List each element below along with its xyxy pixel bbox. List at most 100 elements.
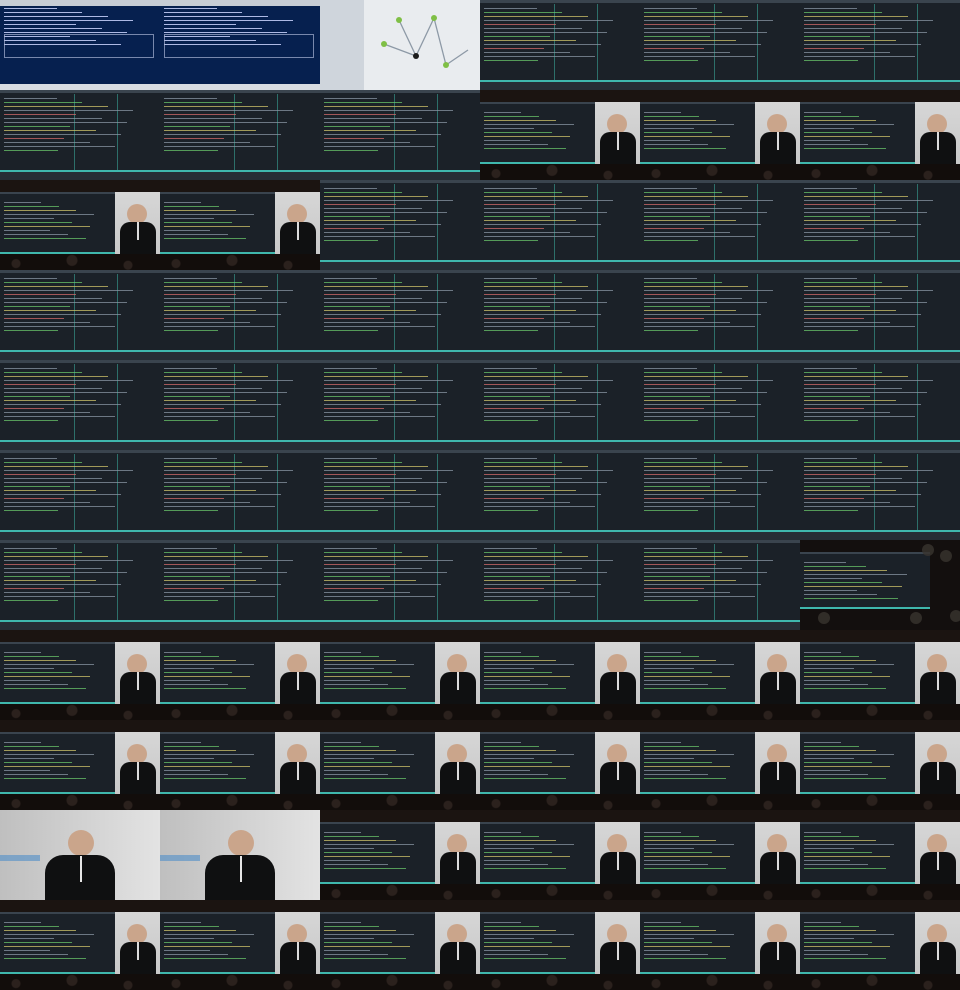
stage-carpet — [480, 974, 640, 990]
lanyard — [137, 672, 139, 690]
terminal-line — [164, 552, 242, 553]
terminal-line — [4, 950, 51, 951]
terminal-lines — [804, 8, 954, 64]
terminal-line — [4, 408, 64, 409]
terminal-line — [164, 330, 218, 331]
terminal-line — [324, 106, 428, 107]
terminal-line — [644, 770, 691, 771]
terminal-line — [804, 934, 895, 935]
terminal-line — [644, 832, 681, 833]
terminal-line — [324, 836, 379, 837]
terminal-lines — [484, 742, 589, 782]
terminal-line — [4, 306, 70, 307]
terminal-line — [4, 98, 57, 99]
terminal-line — [804, 664, 895, 665]
terminal-line — [164, 218, 215, 219]
terminal-line — [164, 742, 201, 743]
terminal-lines — [804, 368, 954, 424]
terminal-line — [324, 560, 453, 561]
diagram-node — [443, 62, 449, 68]
terminal-line — [804, 594, 878, 595]
terminal-line — [324, 298, 422, 299]
terminal-line — [804, 954, 869, 955]
terminal-line — [484, 236, 595, 237]
terminal-line — [484, 322, 570, 323]
terminal-line — [164, 416, 275, 417]
terminal-line — [484, 416, 595, 417]
terminal-line — [804, 132, 873, 133]
terminal-line — [164, 372, 242, 373]
terminal-line — [804, 652, 841, 653]
terminal-lines — [484, 458, 634, 514]
terminal-line — [324, 600, 378, 601]
speaker-with-terminal-frame — [160, 630, 320, 720]
terminal-inset — [640, 642, 755, 704]
speaker-head — [607, 924, 627, 944]
terminal-line — [324, 200, 453, 201]
terminal-line — [484, 188, 537, 189]
terminal-line — [644, 946, 731, 947]
terminal-lines — [4, 368, 154, 424]
terminal-line — [4, 660, 77, 661]
window-topbar — [800, 0, 960, 3]
terminal-line — [164, 298, 262, 299]
terminal-line — [4, 142, 90, 143]
terminal-line — [644, 380, 773, 381]
terminal-inset — [800, 552, 930, 609]
terminal-line — [324, 466, 428, 467]
terminal-line — [4, 106, 108, 107]
lanyard — [937, 762, 939, 780]
terminal-line — [164, 392, 287, 393]
lanyard — [937, 132, 939, 150]
speaker-head — [927, 834, 947, 854]
lanyard — [137, 222, 139, 240]
terminal-line — [804, 188, 857, 189]
terminal-line — [164, 134, 281, 135]
terminal-line — [644, 208, 742, 209]
terminal-line — [164, 420, 218, 421]
terminal-line — [164, 408, 224, 409]
terminal-line — [644, 934, 735, 935]
terminal-line — [324, 506, 435, 507]
terminal-line — [324, 868, 406, 869]
terminal-line — [4, 384, 76, 385]
terminal-line — [484, 742, 521, 743]
terminal-line — [644, 124, 735, 125]
window-topbar — [480, 0, 640, 3]
terminal-line — [644, 28, 742, 29]
terminal-line — [164, 600, 218, 601]
terminal-line — [484, 392, 607, 393]
window-topbar — [320, 90, 480, 93]
speaker-head — [287, 654, 307, 674]
speaker-with-terminal-frame — [640, 900, 800, 990]
terminal-line — [804, 384, 876, 385]
terminal-line — [804, 868, 886, 869]
terminal-line — [4, 548, 57, 549]
speaker-video-inset — [915, 912, 960, 976]
terminal-line — [644, 310, 736, 311]
terminal-line — [164, 482, 287, 483]
window-topbar — [640, 180, 800, 183]
terminal-lines — [484, 188, 634, 244]
terminal-line — [484, 20, 613, 21]
terminal-line — [804, 326, 915, 327]
terminal-line — [644, 52, 730, 53]
terminal-line — [4, 560, 133, 561]
terminal-line — [484, 954, 549, 955]
terminal-line — [484, 212, 607, 213]
terminal-line — [484, 48, 544, 49]
terminal-line — [324, 240, 378, 241]
terminal-line — [164, 110, 293, 111]
terminal-lines — [804, 832, 909, 872]
terminal-line — [4, 310, 96, 311]
terminal-line — [164, 20, 293, 21]
terminal-line — [644, 950, 691, 951]
terminal-inset — [160, 192, 275, 254]
terminal-line — [4, 376, 108, 377]
status-bar — [800, 262, 960, 270]
terminal-line — [164, 376, 268, 377]
terminal-line — [4, 680, 51, 681]
terminal-line — [324, 306, 390, 307]
terminal-line — [324, 150, 378, 151]
terminal-line — [164, 214, 255, 215]
